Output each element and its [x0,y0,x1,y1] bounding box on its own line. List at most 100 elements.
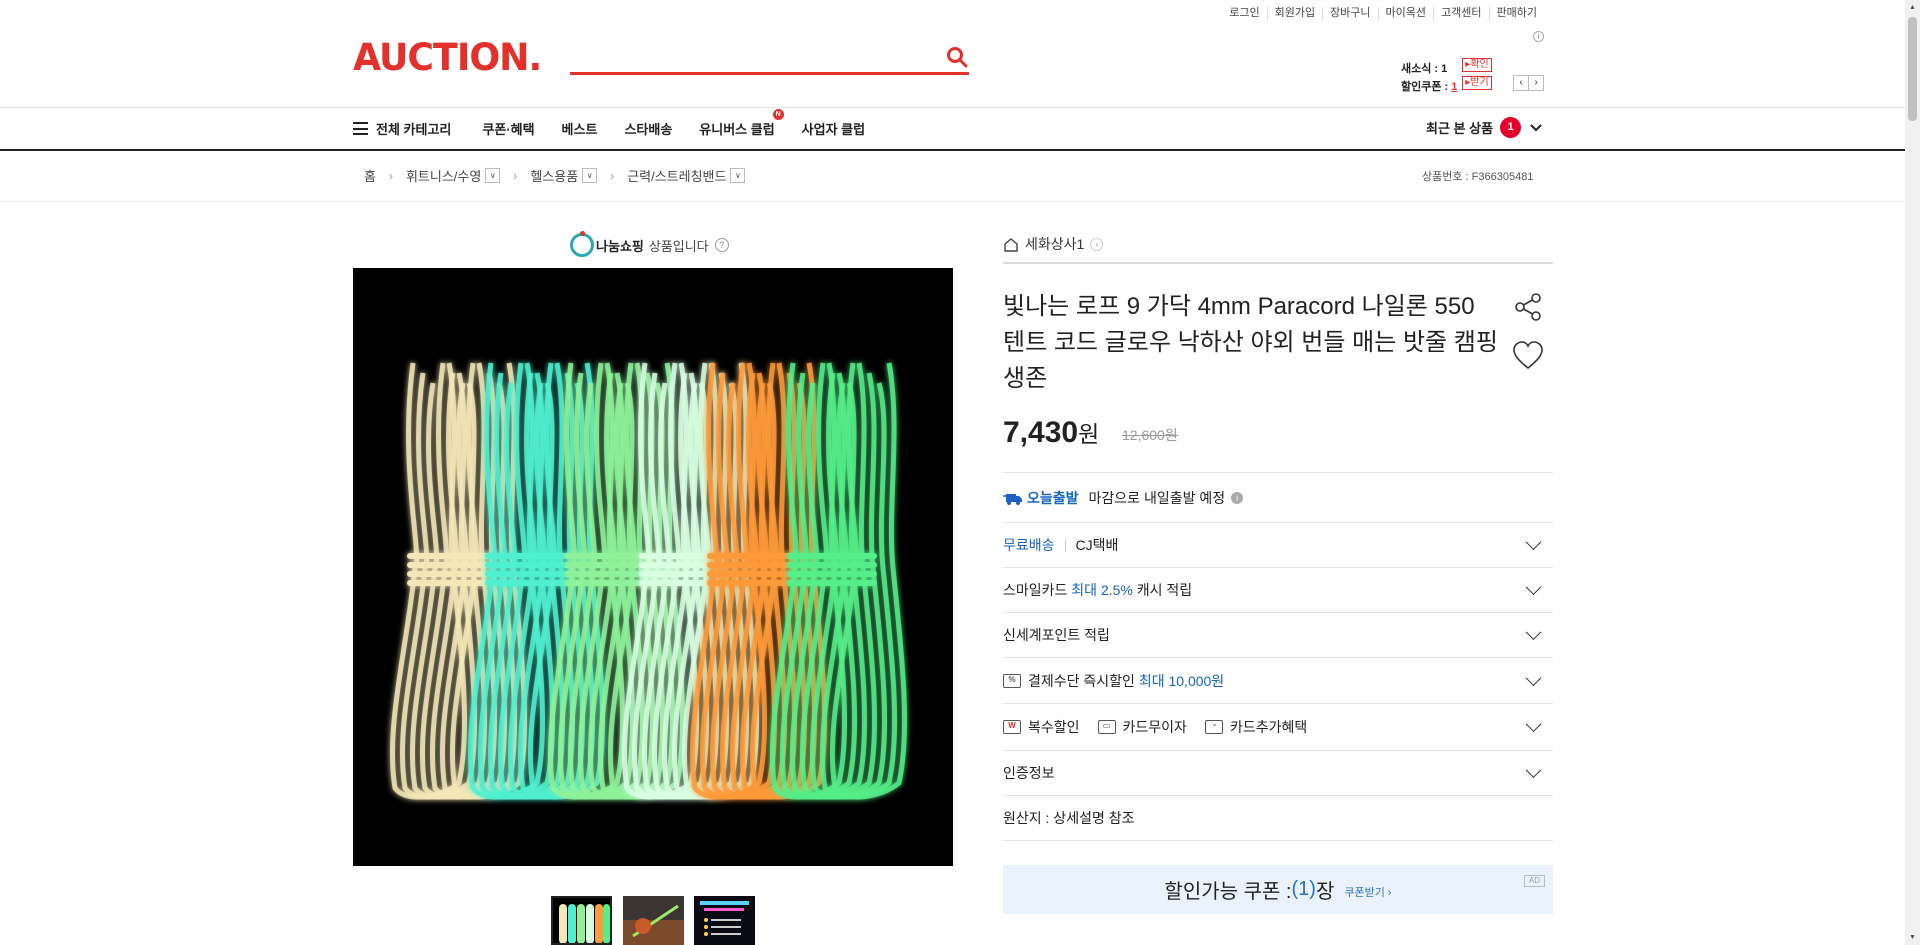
nanum-brand: 나눔쇼핑 [596,238,644,254]
product-number: 상품번호 : F366305481 [1422,171,1534,183]
chevron-down-icon [1530,123,1542,131]
news-confirm-label: 확인 [1470,59,1489,70]
signup-link[interactable]: 회원가입 [1266,7,1322,20]
store-divider [1003,262,1553,264]
news-confirm-button[interactable]: ▸확인 [1462,58,1492,72]
main-nav: 전체 카테고리 쿠폰·혜택 베스트 스타배송 유니버스 클럽 N 사업자 클럽 [353,108,892,149]
share-icon[interactable] [1512,291,1544,323]
delivery-row[interactable]: 무료배송 CJ택배 [1003,522,1553,567]
rope-wrap [787,553,877,559]
payment-discount-row[interactable]: % 결제수단 즉시할인 최대 10,000원 [1003,657,1553,703]
shinsegae-label: 신세계포인트 적립 [1003,627,1110,643]
store-link[interactable]: 세화상사1 › [1003,234,1104,254]
scroll-down-icon[interactable]: ▼ [1905,930,1920,945]
news-label: 새소식 : 1 [1401,63,1448,75]
coupon-suffix: 장 [1315,881,1335,903]
breadcrumb-separator-icon: › [610,168,615,183]
breadcrumb-separator-icon: › [388,168,393,183]
nav-coupon[interactable]: 쿠폰·혜택 [482,119,534,138]
sell-link[interactable]: 판매하기 [1488,7,1544,20]
prev-arrow-icon[interactable]: ‹ [1513,75,1529,91]
rope-wrap [707,553,797,559]
certification-row[interactable]: 인증정보 [1003,750,1553,795]
rope-wrap [707,562,797,568]
nav-business-club[interactable]: 사업자 클럽 [802,119,865,138]
shinsegae-point-row[interactable]: 신세계포인트 적립 [1003,612,1553,657]
dropdown-icon[interactable]: ∨ [730,168,746,183]
nanum-text: 상품입니다 [648,238,709,254]
store-name: 세화상사1 [1025,236,1085,252]
breadcrumb-level-2[interactable]: 헬스용품 [530,166,578,185]
coupon-get-link[interactable]: 쿠폰받기 › [1344,884,1391,900]
thumbnail-2[interactable] [623,896,684,945]
scrollbar-track[interactable] [1905,0,1920,945]
rope-wrap [407,571,497,577]
thumbnail-1-image [553,898,610,943]
breadcrumb-level-1[interactable]: 휘트니스/수영 [406,166,481,185]
divider [1064,538,1066,552]
recent-products-button[interactable]: 최근 본 상품 1 [1426,117,1543,138]
free-shipping-label: 무료배송 [1003,537,1055,553]
today-shipping-row: 오늘출발 마감으로 내일출발 예정 i [1003,472,1553,522]
breadcrumb-level-3[interactable]: 근력/스트레칭밴드 [627,166,726,185]
courier-label: CJ택배 [1075,537,1119,553]
coupon-count[interactable]: 1 [1451,81,1457,93]
card-extra-label: 카드추가혜택 [1229,719,1308,735]
heart-icon[interactable] [1512,340,1544,372]
rope-wrap [407,553,497,559]
nav-universe-club[interactable]: 유니버스 클럽 N [699,109,784,138]
scroll-up-icon[interactable]: ▲ [1905,0,1920,15]
rope-wrap [485,571,575,577]
certification-label: 인증정보 [1003,765,1055,781]
product-main-image[interactable] [353,268,953,866]
rope-wrap [707,580,797,586]
all-category-button[interactable]: 전체 카테고리 [353,119,451,138]
rope-wrap [407,580,497,586]
search-icon[interactable] [945,45,969,69]
nav-divider-bottom [0,149,1905,151]
cart-link[interactable]: 장바구니 [1322,7,1377,20]
new-badge: N [772,109,784,120]
coupon-count-label: 할인쿠폰 : 1 [1401,78,1457,94]
payment-discount-highlight: 최대 10,000원 [1138,672,1225,689]
dropdown-icon[interactable]: ∨ [582,168,598,183]
chevron-down-icon [1525,624,1542,641]
coupon-label: 할인쿠폰 : [1401,81,1452,93]
card-benefits-row[interactable]: W 복수할인 ▭ 카드무이자 ◔ 카드추가혜택 [1003,703,1553,750]
coupon-banner[interactable]: 할인가능 쿠폰 : (1) 장 쿠폰받기 › AD [1003,865,1553,914]
origin-row: 원산지 : 상세설명 참조 [1003,795,1553,841]
coupon-get-label: 받기 [1470,77,1489,88]
smile-card-row[interactable]: 스마일카드 최대 2.5% 캐시 적립 [1003,567,1553,612]
chevron-right-icon: › [1090,237,1104,251]
thumbnail-2-image [623,896,684,945]
rope-wrap [707,571,797,577]
search-input[interactable] [570,44,930,70]
nav-best[interactable]: 베스트 [562,119,598,138]
my-auction-link[interactable]: 마이옥션 [1377,7,1433,20]
scrollbar-thumb[interactable] [1908,17,1917,121]
info-icon[interactable]: i [1231,491,1244,504]
help-icon[interactable]: ? [714,238,729,252]
customer-center-link[interactable]: 고객센터 [1433,7,1488,20]
dropdown-icon[interactable]: ∨ [485,168,501,183]
info-icon[interactable]: i [1533,31,1544,42]
breadcrumb: 홈 › 휘트니스/수영 ∨ › 헬스용품 ∨ › 근력/스트레칭밴드 ∨ [364,166,746,185]
nav-universe-label: 유니버스 클럽 [699,122,775,137]
nanum-logo: 나눔쇼핑 [570,231,644,257]
card-interest-label: 카드무이자 [1122,719,1187,735]
auction-logo[interactable]: AUCTION. [353,38,542,78]
chevron-down-icon [1525,534,1542,551]
original-price: 12,600원 [1122,427,1178,443]
chevron-down-icon [1525,716,1542,733]
breadcrumb-home[interactable]: 홈 [364,166,376,185]
thumbnail-3[interactable] [694,896,755,945]
thumbnail-1[interactable] [551,896,612,945]
next-arrow-icon[interactable]: › [1528,75,1544,91]
coupon-get-button[interactable]: ▸받기 [1462,76,1492,90]
rope-wrap [407,562,497,568]
ad-badge: AD [1524,875,1545,887]
payment-discount-prefix: 결제수단 즉시할인 [1028,672,1135,689]
price-currency: 원 [1078,421,1100,447]
login-link[interactable]: 로그인 [1222,7,1266,20]
nav-star-delivery[interactable]: 스타배송 [624,119,672,138]
